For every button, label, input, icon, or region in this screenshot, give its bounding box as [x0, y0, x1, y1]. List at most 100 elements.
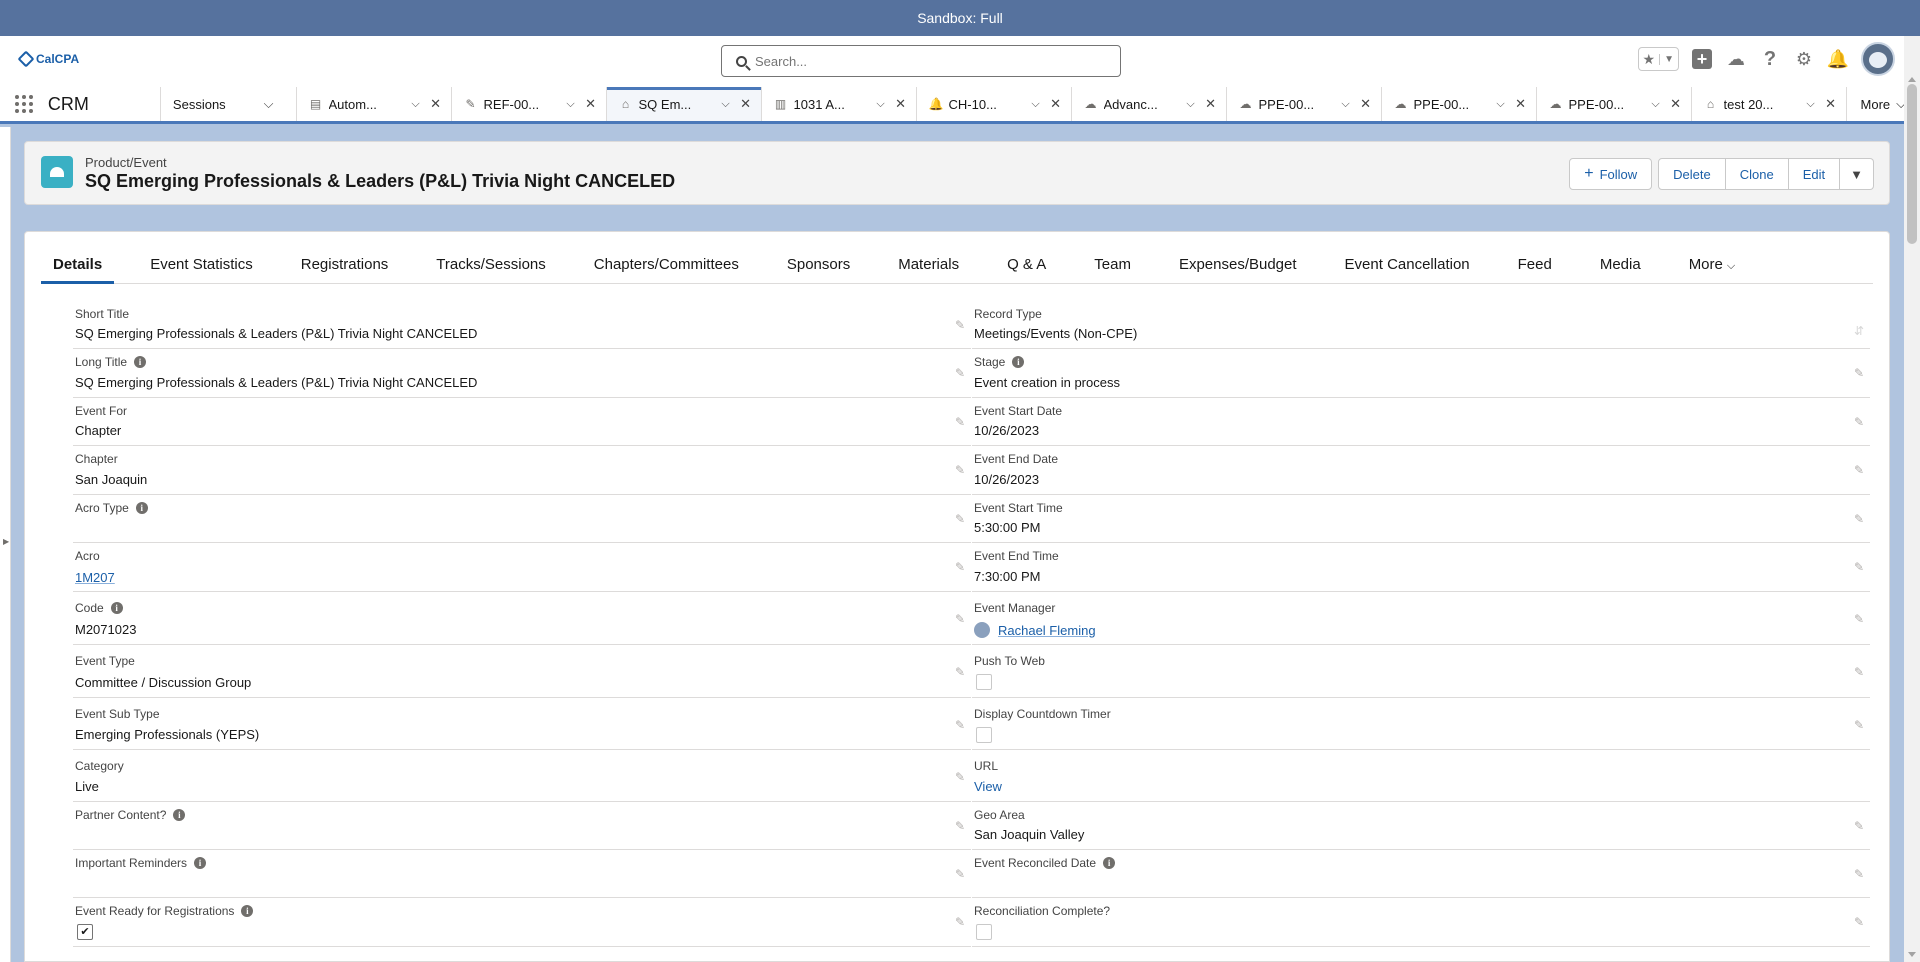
- page-scrollbar[interactable]: [1904, 36, 1920, 962]
- edit-pencil-icon[interactable]: ✎: [955, 666, 967, 678]
- delete-button[interactable]: Delete: [1658, 158, 1726, 190]
- display-countdown-timer-checkbox[interactable]: [976, 727, 992, 743]
- edit-pencil-icon[interactable]: ✎: [1854, 464, 1866, 476]
- edit-pencil-icon[interactable]: ✎: [955, 868, 967, 880]
- global-create-icon[interactable]: +: [1691, 48, 1713, 70]
- close-icon[interactable]: ✕: [429, 96, 443, 112]
- tab-tracks-sessions[interactable]: Tracks/Sessions: [424, 256, 557, 283]
- edit-pencil-icon[interactable]: ✎: [955, 561, 967, 573]
- trailhead-icon[interactable]: ☁: [1725, 48, 1747, 70]
- edit-pencil-icon[interactable]: ✎: [955, 513, 967, 525]
- close-icon[interactable]: ✕: [584, 96, 598, 112]
- close-icon[interactable]: ✕: [739, 96, 753, 112]
- close-icon[interactable]: ✕: [894, 96, 908, 112]
- close-icon[interactable]: ✕: [1049, 96, 1063, 112]
- tab-event-cancellation[interactable]: Event Cancellation: [1333, 256, 1482, 283]
- info-icon[interactable]: i: [194, 857, 207, 869]
- tab-feed[interactable]: Feed: [1506, 256, 1564, 283]
- edit-pencil-icon[interactable]: ✎: [1854, 613, 1866, 625]
- tab-media[interactable]: Media: [1588, 256, 1653, 283]
- url-view-link[interactable]: View: [974, 779, 1002, 794]
- edit-pencil-icon[interactable]: ✎: [955, 719, 967, 731]
- more-actions-dropdown[interactable]: ▼: [1840, 158, 1874, 190]
- reconciliation-complete-checkbox[interactable]: [976, 924, 992, 940]
- workspace-tab[interactable]: 🔔 CH-10... ⌵ ✕: [917, 87, 1072, 121]
- close-icon[interactable]: ✕: [1204, 96, 1218, 112]
- setup-gear-icon[interactable]: ⚙: [1793, 48, 1815, 70]
- chevron-down-icon[interactable]: ⌵: [254, 96, 284, 112]
- close-icon[interactable]: ✕: [1359, 96, 1373, 112]
- info-icon[interactable]: i: [135, 502, 148, 514]
- edit-pencil-icon[interactable]: ✎: [955, 613, 967, 625]
- chevron-down-icon[interactable]: ⌵: [1649, 98, 1663, 111]
- tab-details[interactable]: Details: [41, 256, 115, 284]
- edit-pencil-icon[interactable]: ✎: [1854, 916, 1866, 928]
- chevron-down-icon[interactable]: ⌵: [874, 98, 888, 111]
- user-avatar[interactable]: [1861, 42, 1895, 76]
- edit-pencil-icon[interactable]: ✎: [1854, 719, 1866, 731]
- edit-pencil-icon[interactable]: ✎: [955, 416, 967, 428]
- edit-pencil-icon[interactable]: ✎: [955, 319, 967, 331]
- favorites-list-icon[interactable]: ▼: [1659, 53, 1678, 65]
- workspace-tab[interactable]: ⌂ test 20... ⌵ ✕: [1692, 87, 1847, 121]
- notifications-bell-icon[interactable]: 🔔: [1827, 48, 1849, 70]
- edit-pencil-icon[interactable]: ✎: [1854, 868, 1866, 880]
- tab-registrations[interactable]: Registrations: [289, 256, 401, 283]
- clone-button[interactable]: Clone: [1725, 158, 1789, 190]
- tab-team[interactable]: Team: [1082, 256, 1143, 283]
- app-launcher-icon[interactable]: [0, 87, 48, 121]
- close-icon[interactable]: ✕: [1824, 96, 1838, 112]
- event-manager-link[interactable]: Rachael Fleming: [998, 623, 1096, 638]
- chevron-down-icon[interactable]: ⌵: [1184, 98, 1198, 111]
- scroll-up-arrow-icon[interactable]: [1908, 77, 1916, 82]
- acro-link[interactable]: 1M207: [75, 570, 115, 585]
- workspace-tab[interactable]: ☁ Advanc... ⌵ ✕: [1072, 87, 1227, 121]
- edit-pencil-icon[interactable]: ✎: [955, 916, 967, 928]
- chevron-down-icon[interactable]: ⌵: [409, 98, 423, 111]
- close-icon[interactable]: ✕: [1514, 96, 1528, 112]
- utility-bar-toggle[interactable]: ▶: [0, 127, 11, 962]
- edit-pencil-icon[interactable]: ✎: [955, 820, 967, 832]
- edit-pencil-icon[interactable]: ✎: [1854, 666, 1866, 678]
- edit-pencil-icon[interactable]: ✎: [1854, 820, 1866, 832]
- workspace-tab[interactable]: ☁ PPE-00... ⌵ ✕: [1227, 87, 1382, 121]
- follow-button[interactable]: + Follow: [1569, 158, 1653, 190]
- info-icon[interactable]: i: [134, 356, 147, 368]
- workspace-tab[interactable]: ✎ REF-00... ⌵ ✕: [452, 87, 607, 121]
- info-icon[interactable]: i: [110, 602, 123, 614]
- info-icon[interactable]: i: [1103, 857, 1116, 869]
- tab-sponsors[interactable]: Sponsors: [775, 256, 862, 283]
- edit-pencil-icon[interactable]: ✎: [955, 464, 967, 476]
- edit-pencil-icon[interactable]: ✎: [955, 771, 967, 783]
- scroll-down-arrow-icon[interactable]: [1908, 952, 1916, 957]
- global-search-input[interactable]: Search...: [721, 45, 1121, 77]
- edit-pencil-icon[interactable]: ✎: [1854, 416, 1866, 428]
- workspace-tab-active[interactable]: ⌂ SQ Em... ⌵ ✕: [606, 87, 762, 121]
- scroll-thumb[interactable]: [1907, 84, 1917, 244]
- edit-pencil-icon[interactable]: ✎: [955, 367, 967, 379]
- edit-pencil-icon[interactable]: ✎: [1854, 561, 1866, 573]
- info-icon[interactable]: i: [241, 905, 254, 917]
- chevron-down-icon[interactable]: ⌵: [1804, 98, 1818, 111]
- chevron-down-icon[interactable]: ⌵: [564, 98, 578, 111]
- help-icon[interactable]: ?: [1759, 48, 1781, 70]
- workspace-tab[interactable]: ▥ 1031 A... ⌵ ✕: [762, 87, 917, 121]
- chevron-down-icon[interactable]: ⌵: [1029, 98, 1043, 111]
- push-to-web-checkbox[interactable]: [976, 674, 992, 690]
- event-ready-checkbox[interactable]: ✔: [77, 924, 93, 940]
- workspace-tab[interactable]: ☁ PPE-00... ⌵ ✕: [1382, 87, 1537, 121]
- tab-event-statistics[interactable]: Event Statistics: [138, 256, 265, 283]
- tab-chapters-committees[interactable]: Chapters/Committees: [582, 256, 751, 283]
- favorites-star-icon[interactable]: ★: [1639, 51, 1660, 68]
- tab-expenses-budget[interactable]: Expenses/Budget: [1167, 256, 1309, 283]
- tab-more[interactable]: More ⌵: [1677, 256, 1748, 283]
- info-icon[interactable]: i: [173, 809, 186, 821]
- edit-pencil-icon[interactable]: ✎: [1854, 367, 1866, 379]
- chevron-down-icon[interactable]: ⌵: [1494, 98, 1508, 111]
- tab-q-and-a[interactable]: Q & A: [995, 256, 1058, 283]
- chevron-down-icon[interactable]: ⌵: [719, 98, 733, 111]
- chevron-down-icon[interactable]: ⌵: [1339, 98, 1353, 111]
- close-icon[interactable]: ✕: [1669, 96, 1683, 112]
- edit-button[interactable]: Edit: [1788, 158, 1841, 190]
- nav-item-selector[interactable]: Sessions ⌵: [159, 87, 297, 121]
